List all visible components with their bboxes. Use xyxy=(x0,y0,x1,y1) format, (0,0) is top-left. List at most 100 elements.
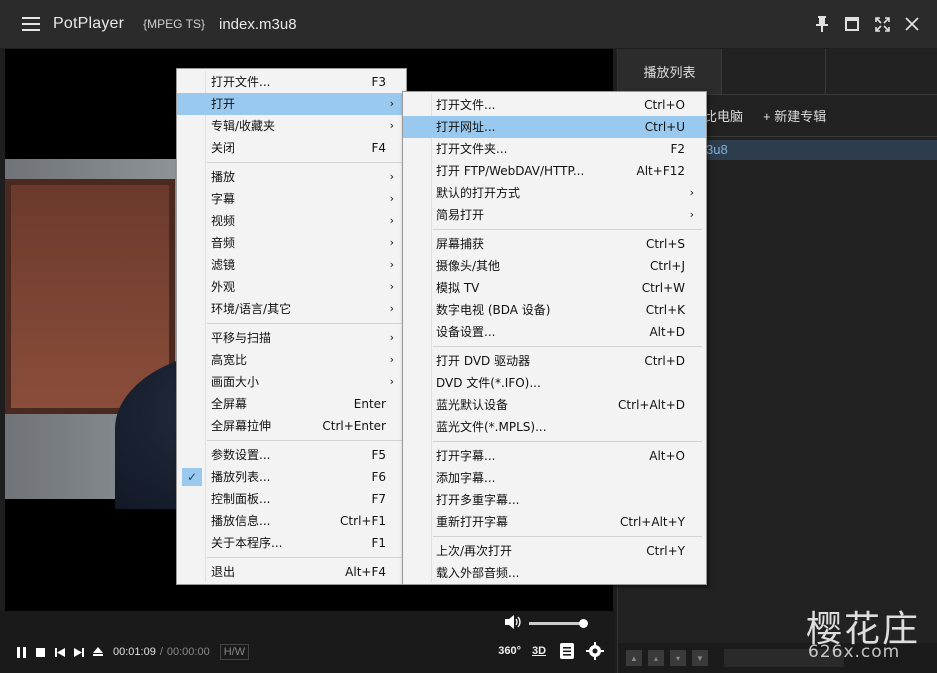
fullscreen-icon[interactable] xyxy=(867,9,897,39)
open-submenu-item[interactable]: 载入外部音频... xyxy=(403,562,706,584)
next-icon[interactable] xyxy=(69,643,88,662)
playlist-icon[interactable] xyxy=(557,641,577,661)
stop-icon[interactable] xyxy=(31,643,50,662)
main-menu-item[interactable]: 播放信息... Ctrl+F1 xyxy=(177,510,406,532)
main-menu-item[interactable]: 参数设置... F5 xyxy=(177,444,406,466)
menu-item-shortcut: F3 xyxy=(371,75,386,89)
open-submenu-item[interactable]: 添加字幕... xyxy=(403,467,706,489)
menu-item-label: 打开 FTP/WebDAV/HTTP... xyxy=(436,164,585,178)
menu-item-label: 外观 xyxy=(211,280,236,294)
main-menu-item[interactable]: 音频 › xyxy=(177,232,406,254)
open-submenu-item[interactable]: 重新打开字幕 Ctrl+Alt+Y xyxy=(403,511,706,533)
move-top-icon[interactable]: ▲ xyxy=(626,650,642,666)
move-bottom-icon[interactable]: ▼ xyxy=(692,650,708,666)
tab-playlist[interactable]: 播放列表 xyxy=(618,49,722,94)
previous-icon[interactable] xyxy=(50,643,69,662)
open-submenu-item[interactable]: 打开 FTP/WebDAV/HTTP... Alt+F12 xyxy=(403,160,706,182)
main-menu-item[interactable]: 滤镜 › xyxy=(177,254,406,276)
tab-blank-3[interactable] xyxy=(826,49,930,94)
main-menu-item[interactable]: 打开 › xyxy=(177,93,406,115)
main-menu-item[interactable]: 全屏幕拉伸 Ctrl+Enter xyxy=(177,415,406,437)
open-submenu-item[interactable]: 数字电视 (BDA 设备) Ctrl+K xyxy=(403,299,706,321)
menu-item-shortcut: Alt+O xyxy=(649,449,685,463)
title-bar: PotPlayer {MPEG TS} index.m3u8 xyxy=(0,0,937,48)
main-menu-item[interactable]: 关于本程序... F1 xyxy=(177,532,406,554)
open-submenu-item[interactable]: 打开字幕... Alt+O xyxy=(403,445,706,467)
open-submenu-item[interactable]: 设备设置... Alt+D xyxy=(403,321,706,343)
open-submenu-item[interactable]: 打开多重字幕... xyxy=(403,489,706,511)
menu-item-label: 打开多重字幕... xyxy=(436,493,520,507)
menu-item-shortcut: Alt+F12 xyxy=(636,164,685,178)
chevron-right-icon: › xyxy=(689,186,694,199)
maximize-icon[interactable] xyxy=(837,9,867,39)
3d-button[interactable]: 3D xyxy=(529,641,549,661)
open-submenu-item[interactable]: 打开文件... Ctrl+O xyxy=(403,94,706,116)
open-submenu-item[interactable]: 简易打开 › xyxy=(403,204,706,226)
main-menu-item[interactable]: 全屏幕 Enter xyxy=(177,393,406,415)
menu-separator xyxy=(403,226,706,233)
open-submenu-item[interactable]: 打开网址... Ctrl+U xyxy=(403,116,706,138)
volume-slider[interactable] xyxy=(529,619,588,628)
pause-icon[interactable] xyxy=(12,643,31,662)
menu-item-label: 上次/再次打开 xyxy=(436,544,513,558)
open-submenu-item[interactable]: 打开 DVD 驱动器 Ctrl+D xyxy=(403,350,706,372)
close-icon[interactable] xyxy=(897,9,927,39)
open-submenu-item[interactable]: 上次/再次打开 Ctrl+Y xyxy=(403,540,706,562)
speaker-icon[interactable] xyxy=(505,615,523,632)
menu-item-label: 字幕 xyxy=(211,192,236,206)
vr-360-button[interactable]: 360° xyxy=(498,641,521,661)
open-submenu-item[interactable]: 蓝光文件(*.MPLS)... xyxy=(403,416,706,438)
control-bar: 00:01:09 / 00:00:00 H/W 360° 3D xyxy=(0,611,615,673)
main-menu-item[interactable]: 专辑/收藏夹 › xyxy=(177,115,406,137)
main-menu-item[interactable]: 外观 › xyxy=(177,276,406,298)
playlist-tabs: 播放列表 xyxy=(618,49,937,95)
main-menu-item[interactable]: 字幕 › xyxy=(177,188,406,210)
main-menu-item[interactable]: 关闭 F4 xyxy=(177,137,406,159)
tab-blank-2[interactable] xyxy=(722,49,826,94)
menu-item-shortcut: Ctrl+Alt+Y xyxy=(619,515,685,529)
watermark-url: 626x.com xyxy=(808,642,901,662)
main-menu-item[interactable]: 退出 Alt+F4 xyxy=(177,561,406,583)
file-name: index.m3u8 xyxy=(218,15,297,33)
move-down-icon[interactable]: ▾ xyxy=(670,650,686,666)
hw-decoder-badge[interactable]: H/W xyxy=(219,644,250,660)
open-submenu-item[interactable]: 蓝光默认设备 Ctrl+Alt+D xyxy=(403,394,706,416)
pin-icon[interactable] xyxy=(807,9,837,39)
new-album-button[interactable]: + 新建专辑 xyxy=(753,106,836,125)
chevron-right-icon: › xyxy=(389,353,394,366)
main-menu-item[interactable]: 高宽比 › xyxy=(177,349,406,371)
open-submenu-item[interactable]: 模拟 TV Ctrl+W xyxy=(403,277,706,299)
menu-item-shortcut: F5 xyxy=(371,448,386,462)
main-menu-item[interactable]: 视频 › xyxy=(177,210,406,232)
menu-item-label: 音频 xyxy=(211,236,236,250)
main-menu-item[interactable]: 控制面板... F7 xyxy=(177,488,406,510)
volume-knob[interactable] xyxy=(579,619,588,628)
open-submenu-item[interactable]: 屏幕捕获 Ctrl+S xyxy=(403,233,706,255)
main-menu-item[interactable]: ✓ 播放列表... F6 xyxy=(177,466,406,488)
open-submenu-item[interactable]: DVD 文件(*.IFO)... xyxy=(403,372,706,394)
move-up-icon[interactable]: ▴ xyxy=(648,650,664,666)
main-menu-item[interactable]: 平移与扫描 › xyxy=(177,327,406,349)
open-submenu-item[interactable]: 摄像头/其他 Ctrl+J xyxy=(403,255,706,277)
total-time: 00:00:00 xyxy=(166,646,210,658)
menu-item-shortcut: F7 xyxy=(371,492,386,506)
main-menu-item[interactable]: 环境/语言/其它 › xyxy=(177,298,406,320)
chevron-right-icon: › xyxy=(389,119,394,132)
menu-item-label: 打开 xyxy=(211,97,236,111)
menu-item-label: 载入外部音频... xyxy=(436,566,520,580)
main-menu-item[interactable]: 画面大小 › xyxy=(177,371,406,393)
open-submenu-item[interactable]: 默认的打开方式 › xyxy=(403,182,706,204)
chevron-right-icon: › xyxy=(389,170,394,183)
main-menu-item[interactable]: 打开文件... F3 xyxy=(177,71,406,93)
main-menu-item[interactable]: 播放 › xyxy=(177,166,406,188)
eject-icon[interactable] xyxy=(88,643,107,662)
menu-item-label: 播放 xyxy=(211,170,236,184)
menu-icon[interactable] xyxy=(22,17,40,31)
open-submenu-item[interactable]: 打开文件夹... F2 xyxy=(403,138,706,160)
menu-item-label: 打开网址... xyxy=(436,120,496,134)
menu-item-shortcut: Ctrl+W xyxy=(641,281,685,295)
menu-item-label: 专辑/收藏夹 xyxy=(211,119,276,133)
settings-gear-icon[interactable] xyxy=(585,641,605,661)
volume-control[interactable] xyxy=(505,615,588,632)
menu-item-label: 高宽比 xyxy=(211,353,248,367)
